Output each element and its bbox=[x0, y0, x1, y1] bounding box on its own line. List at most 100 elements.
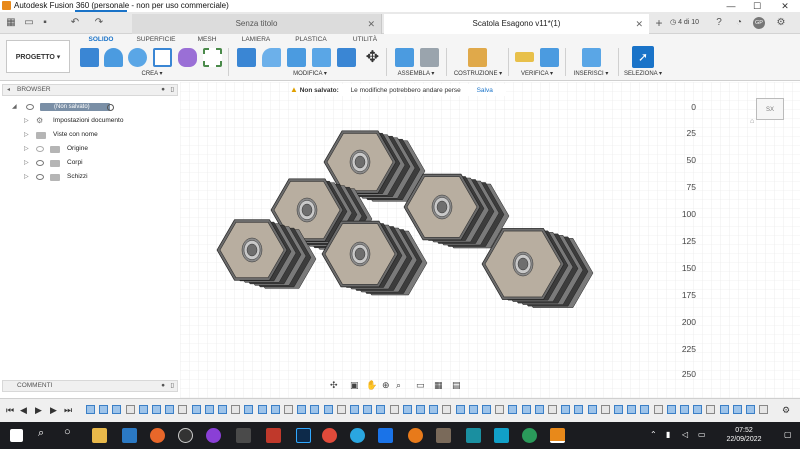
timeline-feature[interactable] bbox=[402, 405, 412, 414]
grid-settings-icon[interactable]: ▦ bbox=[434, 380, 443, 391]
tree-item-viste[interactable]: ▷ Viste con nome bbox=[0, 129, 180, 141]
timeline-feature[interactable] bbox=[495, 405, 505, 414]
timeline-feature[interactable] bbox=[640, 405, 650, 414]
tor-icon[interactable] bbox=[206, 428, 221, 443]
close-icon[interactable]: ✕ bbox=[367, 14, 375, 34]
chamfer-icon[interactable] bbox=[287, 48, 306, 67]
task-view-icon[interactable]: ○ bbox=[64, 426, 71, 438]
opera-icon[interactable] bbox=[266, 428, 281, 443]
timeline-feature[interactable] bbox=[600, 405, 610, 414]
timeline-feature[interactable] bbox=[482, 405, 491, 414]
timeline-feature[interactable] bbox=[429, 405, 439, 414]
shell-icon[interactable] bbox=[312, 48, 331, 67]
expand-panel-icon[interactable]: ▯ bbox=[170, 85, 174, 95]
edge-icon[interactable] bbox=[378, 428, 393, 443]
offset-plane-icon[interactable] bbox=[468, 48, 487, 67]
help-icon[interactable]: ? bbox=[712, 16, 726, 30]
app-icon[interactable] bbox=[436, 428, 451, 443]
tree-root[interactable]: ◢ (Non salvato) bbox=[0, 101, 180, 113]
viewcube[interactable]: SX bbox=[756, 98, 784, 120]
extensions-icon[interactable]: ⚙ bbox=[774, 16, 788, 30]
timeline-feature[interactable] bbox=[165, 405, 175, 414]
timeline-feature[interactable] bbox=[455, 405, 465, 414]
windows-start-icon[interactable] bbox=[10, 429, 23, 442]
redo-icon[interactable]: ↷ bbox=[92, 16, 106, 30]
expand-icon[interactable]: ▷ bbox=[24, 143, 29, 155]
timeline-feature[interactable] bbox=[284, 405, 293, 414]
activate-icon[interactable] bbox=[107, 104, 114, 111]
play-icon[interactable]: ▶ bbox=[35, 405, 42, 416]
timeline-feature[interactable] bbox=[746, 405, 755, 414]
joint-icon[interactable] bbox=[420, 48, 439, 67]
timeline-feature[interactable] bbox=[521, 405, 531, 414]
maximize-button[interactable]: ☐ bbox=[748, 0, 766, 12]
app-green-icon[interactable] bbox=[522, 428, 537, 443]
timeline-feature[interactable] bbox=[680, 405, 689, 414]
timeline-feature[interactable] bbox=[732, 405, 742, 414]
look-at-icon[interactable]: ▣ bbox=[350, 380, 359, 391]
design-viewport[interactable] bbox=[180, 82, 800, 398]
volume-icon[interactable]: ◁ bbox=[682, 430, 688, 439]
timeline-feature[interactable] bbox=[125, 405, 135, 414]
revolve-icon[interactable] bbox=[128, 48, 147, 67]
group-verifica[interactable]: VERIFICA ▾ bbox=[512, 70, 562, 78]
home-view-icon[interactable]: ⌂ bbox=[750, 118, 754, 125]
timeline-feature[interactable] bbox=[112, 405, 122, 414]
timeline-feature[interactable] bbox=[86, 405, 95, 414]
job-counter[interactable]: ◷ 4 di 10 bbox=[670, 18, 699, 26]
cura-icon[interactable] bbox=[466, 428, 481, 443]
network-icon[interactable]: ▮ bbox=[666, 430, 670, 439]
timeline-feature[interactable] bbox=[587, 405, 597, 414]
chrome-icon[interactable] bbox=[322, 428, 337, 443]
blender-icon[interactable] bbox=[408, 428, 423, 443]
timeline-feature[interactable] bbox=[99, 405, 109, 414]
tab-scatola-esagono[interactable]: Scatola Esagono v11*(1) ✕ bbox=[384, 14, 649, 34]
file-menu-icon[interactable]: ▭ bbox=[22, 16, 36, 30]
timeline-feature[interactable] bbox=[468, 405, 478, 414]
visibility-icon[interactable] bbox=[36, 146, 44, 152]
store-icon[interactable] bbox=[122, 428, 137, 443]
timeline-feature[interactable] bbox=[719, 405, 729, 414]
fillet-icon[interactable] bbox=[262, 48, 281, 67]
close-button[interactable]: ✕ bbox=[776, 0, 794, 12]
viewports-icon[interactable]: ▤ bbox=[452, 380, 461, 391]
expand-icon[interactable]: ▷ bbox=[24, 129, 29, 141]
timeline-feature[interactable] bbox=[442, 405, 452, 414]
tab-superficie[interactable]: SUPERFICIE bbox=[132, 35, 180, 44]
firefox-icon[interactable] bbox=[150, 428, 165, 443]
group-assembla[interactable]: ASSEMBLA ▾ bbox=[390, 70, 442, 78]
expand-icon[interactable]: ▷ bbox=[24, 157, 29, 169]
tree-item-origine[interactable]: ▷ Origine bbox=[0, 143, 180, 155]
photoshop-icon[interactable] bbox=[296, 428, 311, 443]
timeline-feature[interactable] bbox=[363, 405, 373, 414]
timeline-feature[interactable] bbox=[376, 405, 386, 414]
browser-header[interactable]: ◂ BROWSER ● ▯ bbox=[2, 84, 178, 96]
expand-icon[interactable]: ◢ bbox=[12, 101, 17, 113]
visibility-icon[interactable] bbox=[36, 160, 44, 166]
press-pull-icon[interactable] bbox=[237, 48, 256, 67]
timeline-feature[interactable] bbox=[759, 405, 769, 414]
timeline-settings-icon[interactable]: ⚙ bbox=[782, 405, 790, 416]
fit-icon[interactable]: ⌕ bbox=[396, 380, 401, 391]
save-icon[interactable]: ▪ bbox=[38, 16, 52, 30]
timeline-feature[interactable] bbox=[548, 405, 557, 414]
tab-senza-titolo[interactable]: Senza titolo ✕ bbox=[132, 14, 382, 34]
group-crea[interactable]: CREA ▾ bbox=[132, 70, 172, 78]
timeline-feature[interactable] bbox=[389, 405, 399, 414]
step-back-icon[interactable]: ◀ bbox=[20, 405, 27, 416]
pin-icon[interactable]: ● bbox=[161, 85, 165, 95]
group-seleziona[interactable]: SELEZIONA ▾ bbox=[620, 70, 666, 78]
timeline-feature[interactable] bbox=[534, 405, 544, 414]
tree-item-schizzi[interactable]: ▷ Schizzi bbox=[0, 171, 180, 183]
group-costruzione[interactable]: COSTRUZIONE ▾ bbox=[448, 70, 508, 78]
insert-image-icon[interactable] bbox=[582, 48, 601, 67]
display-settings-icon[interactable]: ▭ bbox=[416, 380, 425, 391]
timeline-feature[interactable] bbox=[666, 405, 676, 414]
fusion360-taskbar-icon[interactable] bbox=[550, 428, 565, 443]
timeline-feature[interactable] bbox=[614, 405, 623, 414]
cortana-icon[interactable] bbox=[494, 428, 509, 443]
timeline-feature[interactable] bbox=[138, 405, 148, 414]
tree-item-corpi[interactable]: ▷ Corpi bbox=[0, 157, 180, 169]
tab-solido[interactable]: SOLIDO bbox=[80, 35, 122, 44]
extrude-icon[interactable] bbox=[104, 48, 123, 67]
